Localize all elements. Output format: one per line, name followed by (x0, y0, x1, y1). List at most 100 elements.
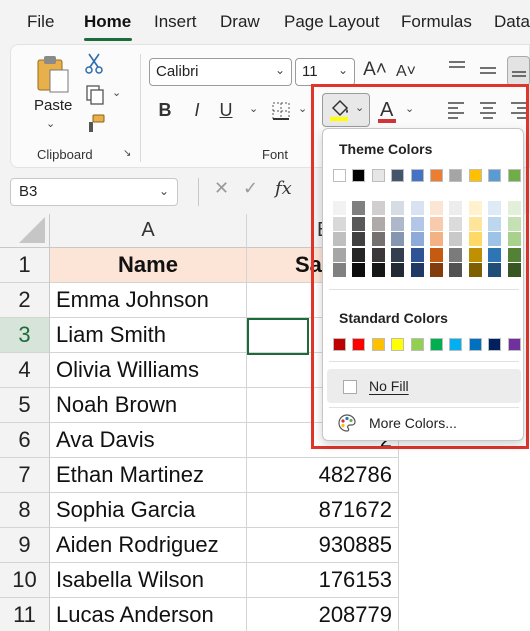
name-cell[interactable]: Noah Brown (50, 388, 247, 423)
font-name-combo[interactable]: Calibri ⌄ (149, 58, 292, 86)
value-cell[interactable]: 482786 (247, 458, 399, 493)
format-painter-icon[interactable] (84, 113, 106, 135)
font-size-combo[interactable]: 11 ⌄ (295, 58, 355, 86)
value-cell[interactable]: 871672 (247, 493, 399, 528)
standard-color-swatch[interactable] (449, 338, 463, 351)
name-cell[interactable]: Aiden Rodriguez (50, 528, 247, 563)
bold-icon[interactable]: B (156, 98, 174, 122)
theme-shade-swatch[interactable] (352, 216, 366, 231)
more-colors-option[interactable]: More Colors... (327, 410, 521, 438)
name-cell[interactable]: Liam Smith (50, 318, 247, 353)
row-header[interactable]: 3 (0, 318, 50, 353)
theme-shade-swatch[interactable] (352, 201, 366, 215)
theme-shade-swatch[interactable] (352, 263, 366, 277)
name-cell[interactable]: Ava Davis (50, 423, 247, 458)
standard-color-swatch[interactable] (507, 338, 521, 351)
value-cell[interactable]: 930885 (247, 528, 399, 563)
theme-shade-swatch[interactable] (468, 232, 482, 246)
theme-shade-swatch[interactable] (391, 201, 405, 215)
theme-shade-swatch[interactable] (449, 216, 463, 231)
no-fill-option[interactable]: No Fill (327, 369, 521, 403)
theme-shade-swatch[interactable] (468, 201, 482, 215)
theme-shade-swatch[interactable] (333, 263, 346, 277)
name-cell[interactable]: Lucas Anderson (50, 598, 247, 631)
theme-shade-swatch[interactable] (449, 201, 463, 215)
theme-color-swatch[interactable] (449, 169, 463, 182)
row-header[interactable]: 10 (0, 563, 50, 598)
decrease-font-icon[interactable]: A˅ (396, 60, 416, 84)
theme-shade-swatch[interactable] (430, 201, 443, 215)
theme-shade-swatch[interactable] (488, 263, 502, 277)
theme-shade-swatch[interactable] (371, 263, 385, 277)
cancel-icon[interactable]: ✕ (214, 178, 229, 206)
theme-shade-swatch[interactable] (371, 201, 385, 215)
theme-shade-swatch[interactable] (410, 247, 424, 262)
standard-color-swatch[interactable] (391, 338, 405, 351)
theme-shade-swatch[interactable] (371, 216, 385, 231)
borders-dropdown-icon[interactable]: ⌄ (298, 102, 307, 115)
header-cell-name[interactable]: Name (50, 248, 247, 283)
theme-shade-swatch[interactable] (507, 263, 521, 277)
row-header[interactable]: 7 (0, 458, 50, 493)
underline-dropdown-icon[interactable]: ⌄ (249, 102, 258, 115)
theme-color-swatch[interactable] (391, 169, 405, 182)
theme-shade-swatch[interactable] (391, 216, 405, 231)
row-header[interactable]: 2 (0, 283, 50, 318)
select-all-corner[interactable] (0, 214, 50, 248)
copy-dropdown-icon[interactable]: ⌄ (112, 86, 121, 99)
standard-color-swatch[interactable] (488, 338, 502, 351)
align-top-icon[interactable] (446, 58, 468, 78)
theme-color-swatch[interactable] (352, 169, 366, 182)
tab-formulas[interactable]: Formulas (401, 12, 472, 32)
cut-icon[interactable] (85, 52, 103, 74)
name-box[interactable]: B3 ⌄ (10, 178, 178, 206)
enter-icon[interactable]: ✓ (243, 178, 258, 206)
theme-shade-swatch[interactable] (507, 201, 521, 215)
paste-label[interactable]: Paste (34, 97, 72, 114)
theme-shade-swatch[interactable] (488, 201, 502, 215)
theme-shade-swatch[interactable] (430, 216, 443, 231)
theme-shade-swatch[interactable] (333, 216, 346, 231)
theme-color-swatch[interactable] (430, 169, 443, 182)
standard-color-swatch[interactable] (430, 338, 443, 351)
theme-shade-swatch[interactable] (430, 232, 443, 246)
standard-color-swatch[interactable] (352, 338, 366, 351)
copy-icon[interactable] (84, 84, 106, 106)
theme-shade-swatch[interactable] (468, 263, 482, 277)
theme-shade-swatch[interactable] (488, 247, 502, 262)
theme-shade-swatch[interactable] (449, 247, 463, 262)
theme-shade-swatch[interactable] (371, 247, 385, 262)
theme-shade-swatch[interactable] (507, 216, 521, 231)
theme-shade-swatch[interactable] (333, 232, 346, 246)
increase-font-icon[interactable]: A˄ (363, 58, 387, 82)
function-icon[interactable]: fx (275, 178, 292, 206)
row-header[interactable]: 9 (0, 528, 50, 563)
tab-home[interactable]: Home (84, 12, 131, 32)
column-header-a[interactable]: A (50, 214, 247, 248)
standard-color-swatch[interactable] (410, 338, 424, 351)
row-header[interactable]: 1 (0, 248, 50, 283)
theme-shade-swatch[interactable] (507, 232, 521, 246)
name-cell[interactable]: Emma Johnson (50, 283, 247, 318)
row-header[interactable]: 4 (0, 353, 50, 388)
name-cell[interactable]: Sophia Garcia (50, 493, 247, 528)
theme-shade-swatch[interactable] (449, 232, 463, 246)
italic-icon[interactable]: I (188, 98, 206, 122)
theme-shade-swatch[interactable] (391, 263, 405, 277)
name-cell[interactable]: Olivia Williams (50, 353, 247, 388)
name-cell[interactable]: Isabella Wilson (50, 563, 247, 598)
theme-shade-swatch[interactable] (488, 216, 502, 231)
theme-shade-swatch[interactable] (449, 263, 463, 277)
borders-icon[interactable] (270, 100, 292, 122)
theme-color-swatch[interactable] (507, 169, 521, 182)
theme-shade-swatch[interactable] (371, 232, 385, 246)
tab-insert[interactable]: Insert (154, 12, 197, 32)
row-header[interactable]: 6 (0, 423, 50, 458)
row-header[interactable]: 8 (0, 493, 50, 528)
theme-shade-swatch[interactable] (468, 247, 482, 262)
underline-icon[interactable]: U (217, 98, 235, 122)
theme-shade-swatch[interactable] (352, 232, 366, 246)
theme-color-swatch[interactable] (410, 169, 424, 182)
align-bottom-icon[interactable] (507, 56, 530, 86)
standard-color-swatch[interactable] (468, 338, 482, 351)
